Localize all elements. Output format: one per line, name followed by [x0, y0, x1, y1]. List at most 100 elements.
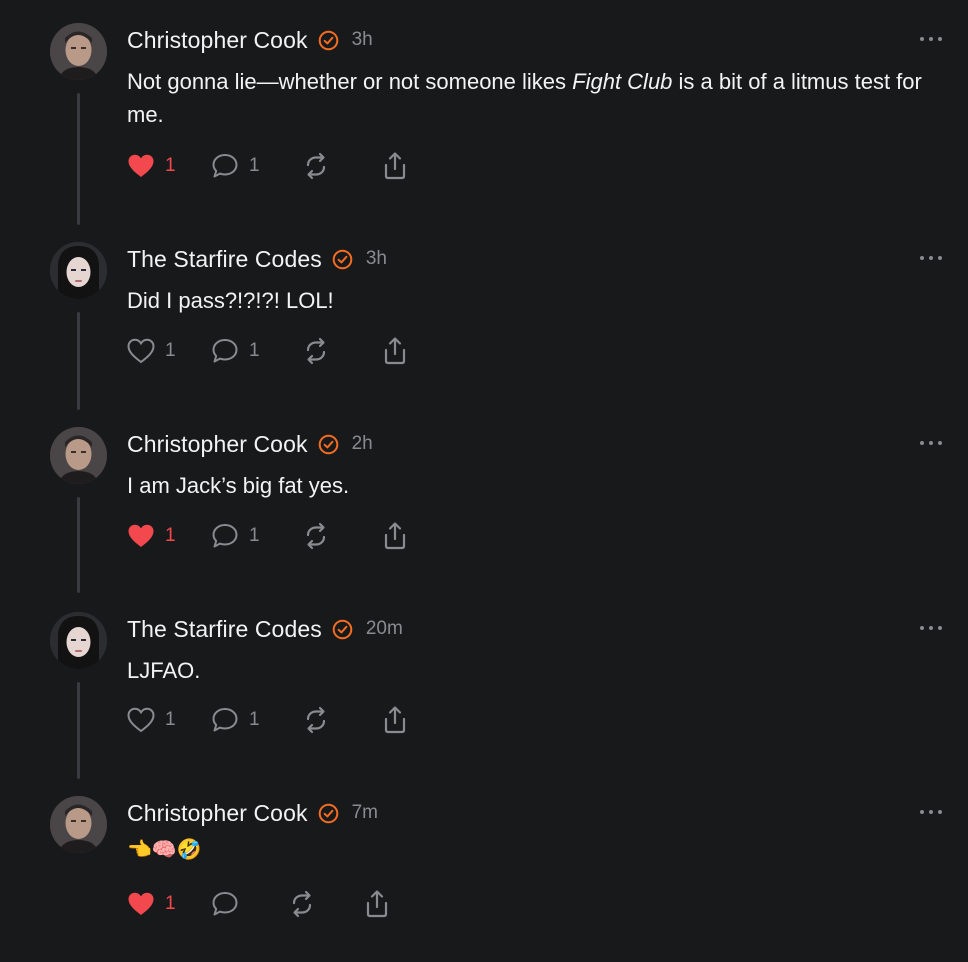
thread-line [77, 682, 80, 779]
post-header: Christopher Cook 7m [127, 798, 378, 828]
repost-icon [306, 152, 326, 180]
post-text: LJFAO. [127, 658, 201, 683]
heart-filled-icon [128, 154, 154, 177]
like-button[interactable]: 1 [127, 705, 211, 735]
repost-button[interactable] [301, 151, 381, 181]
author-name[interactable]: Christopher Cook [127, 800, 308, 827]
heart-outline-icon [127, 707, 155, 733]
post-time: 3h [365, 248, 387, 269]
like-count: 1 [165, 709, 176, 730]
thread-line [77, 312, 80, 410]
reply-count: 1 [249, 155, 260, 176]
post-time: 7m [351, 802, 378, 823]
reply-count: 1 [249, 525, 260, 546]
share-icon [384, 152, 406, 180]
reply-count: 1 [249, 340, 260, 361]
share-button[interactable] [381, 705, 409, 735]
post-time: 3h [351, 29, 373, 50]
reply-button[interactable]: 1 [211, 705, 301, 735]
comment-icon [212, 154, 238, 178]
post-text-part: Not gonna lie—whether or not someone lik… [127, 69, 573, 94]
repost-icon [306, 706, 326, 734]
post-3: Christopher Cook 2h I am Jack’s big fat … [0, 427, 968, 597]
like-button[interactable]: 1 [127, 889, 211, 919]
share-button[interactable] [381, 336, 409, 366]
avatar-christopher-cook[interactable] [50, 427, 107, 484]
reply-button[interactable]: 1 [211, 336, 301, 366]
post-actions: 1 1 [127, 705, 409, 735]
post-text: Not gonna lie—whether or not someone lik… [127, 65, 947, 131]
comment-icon [212, 708, 238, 732]
like-button[interactable]: 1 [127, 521, 211, 551]
repost-icon [306, 337, 326, 365]
post-actions: 1 1 [127, 521, 409, 551]
post-text: I am Jack’s big fat yes. [127, 473, 350, 498]
post-time: 20m [365, 618, 403, 639]
post-text: 👈🧠🤣 [127, 839, 202, 861]
repost-icon [306, 522, 326, 550]
more-options-icon[interactable] [920, 439, 942, 447]
post-header: The Starfire Codes 20m [127, 614, 403, 644]
more-options-icon[interactable] [920, 254, 942, 262]
post-actions: 1 1 [127, 151, 409, 181]
repost-button[interactable] [301, 521, 381, 551]
repost-button[interactable] [301, 336, 381, 366]
reply-thread: Christopher Cook 3h Not gonna lie—whethe… [0, 0, 968, 962]
post-header: Christopher Cook 2h [127, 429, 373, 459]
like-button[interactable]: 1 [127, 151, 211, 181]
author-name[interactable]: The Starfire Codes [127, 616, 322, 643]
post-1: Christopher Cook 3h Not gonna lie—whethe… [0, 23, 968, 228]
like-count: 1 [165, 155, 176, 176]
verified-badge-icon [332, 249, 353, 270]
repost-button[interactable] [301, 705, 381, 735]
avatar-starfire-codes[interactable] [50, 612, 107, 669]
author-name[interactable]: The Starfire Codes [127, 246, 322, 273]
heart-filled-icon [128, 524, 154, 547]
more-options-icon[interactable] [920, 624, 942, 632]
post-5: Christopher Cook 7m 👈🧠🤣 1 [0, 796, 968, 956]
more-options-icon[interactable] [920, 808, 942, 816]
reply-button[interactable]: 1 [211, 521, 301, 551]
author-name[interactable]: Christopher Cook [127, 431, 308, 458]
thread-line [77, 497, 80, 593]
post-actions: 1 [127, 889, 391, 919]
post-header: Christopher Cook 3h [127, 25, 373, 55]
reply-button[interactable] [211, 889, 287, 919]
share-icon [384, 337, 406, 365]
like-count: 1 [165, 525, 176, 546]
comment-icon [212, 892, 238, 916]
share-icon [384, 522, 406, 550]
more-options-icon[interactable] [920, 35, 942, 43]
heart-outline-icon [127, 338, 155, 364]
like-button[interactable]: 1 [127, 336, 211, 366]
share-button[interactable] [363, 889, 391, 919]
share-icon [366, 890, 388, 918]
comment-icon [212, 339, 238, 363]
verified-badge-icon [332, 619, 353, 640]
post-time: 2h [351, 433, 373, 454]
like-count: 1 [165, 893, 176, 914]
post-text-italic: Fight Club [572, 69, 673, 94]
share-button[interactable] [381, 521, 409, 551]
post-2: The Starfire Codes 3h Did I pass?!?!?! L… [0, 242, 968, 412]
avatar-christopher-cook[interactable] [50, 796, 107, 853]
post-text: Did I pass?!?!?! LOL! [127, 288, 334, 313]
repost-button[interactable] [287, 889, 363, 919]
reply-count: 1 [249, 709, 260, 730]
thread-line [77, 93, 80, 225]
reply-button[interactable]: 1 [211, 151, 301, 181]
avatar-starfire-codes[interactable] [50, 242, 107, 299]
post-4: The Starfire Codes 20m LJFAO. 1 1 [0, 612, 968, 782]
post-actions: 1 1 [127, 336, 409, 366]
heart-filled-icon [128, 892, 154, 915]
author-name[interactable]: Christopher Cook [127, 27, 308, 54]
verified-badge-icon [318, 434, 339, 455]
verified-badge-icon [318, 30, 339, 51]
repost-icon [292, 890, 312, 918]
comment-icon [212, 524, 238, 548]
like-count: 1 [165, 340, 176, 361]
avatar-christopher-cook[interactable] [50, 23, 107, 80]
share-button[interactable] [381, 151, 409, 181]
share-icon [384, 706, 406, 734]
post-header: The Starfire Codes 3h [127, 244, 387, 274]
